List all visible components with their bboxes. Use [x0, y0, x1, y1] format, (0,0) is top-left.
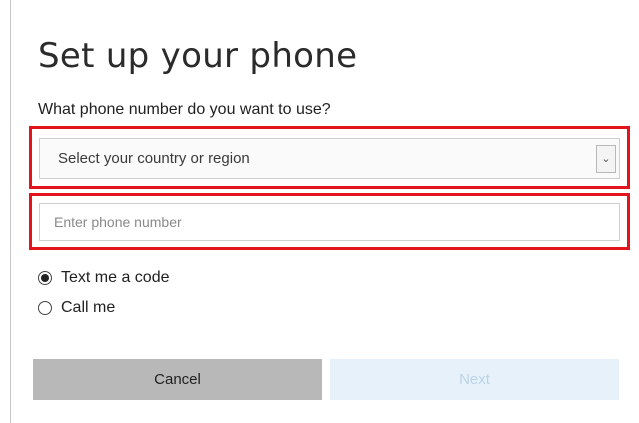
radio-button-unselected[interactable]	[38, 301, 52, 315]
radio-call-me[interactable]: Call me	[38, 299, 115, 317]
chevron-down-icon[interactable]: ⌄	[596, 144, 616, 173]
radio-text-me-a-code[interactable]: Text me a code	[38, 269, 170, 287]
cancel-button[interactable]: Cancel	[33, 359, 322, 400]
radio-selected-dot	[41, 274, 49, 282]
radio-button-selected[interactable]	[38, 271, 52, 285]
next-button[interactable]: Next	[330, 359, 619, 400]
radio-label-call-me: Call me	[61, 299, 116, 316]
radio-label-text-code: Text me a code	[61, 269, 170, 286]
country-select[interactable]: Select your country or region ⌄	[39, 138, 620, 179]
phone-question-label: What phone number do you want to use?	[38, 101, 331, 118]
phone-number-input[interactable]	[39, 203, 620, 241]
country-select-value: Select your country or region	[58, 150, 250, 167]
page-title: Set up your phone	[38, 36, 358, 76]
window-border	[10, 0, 11, 423]
